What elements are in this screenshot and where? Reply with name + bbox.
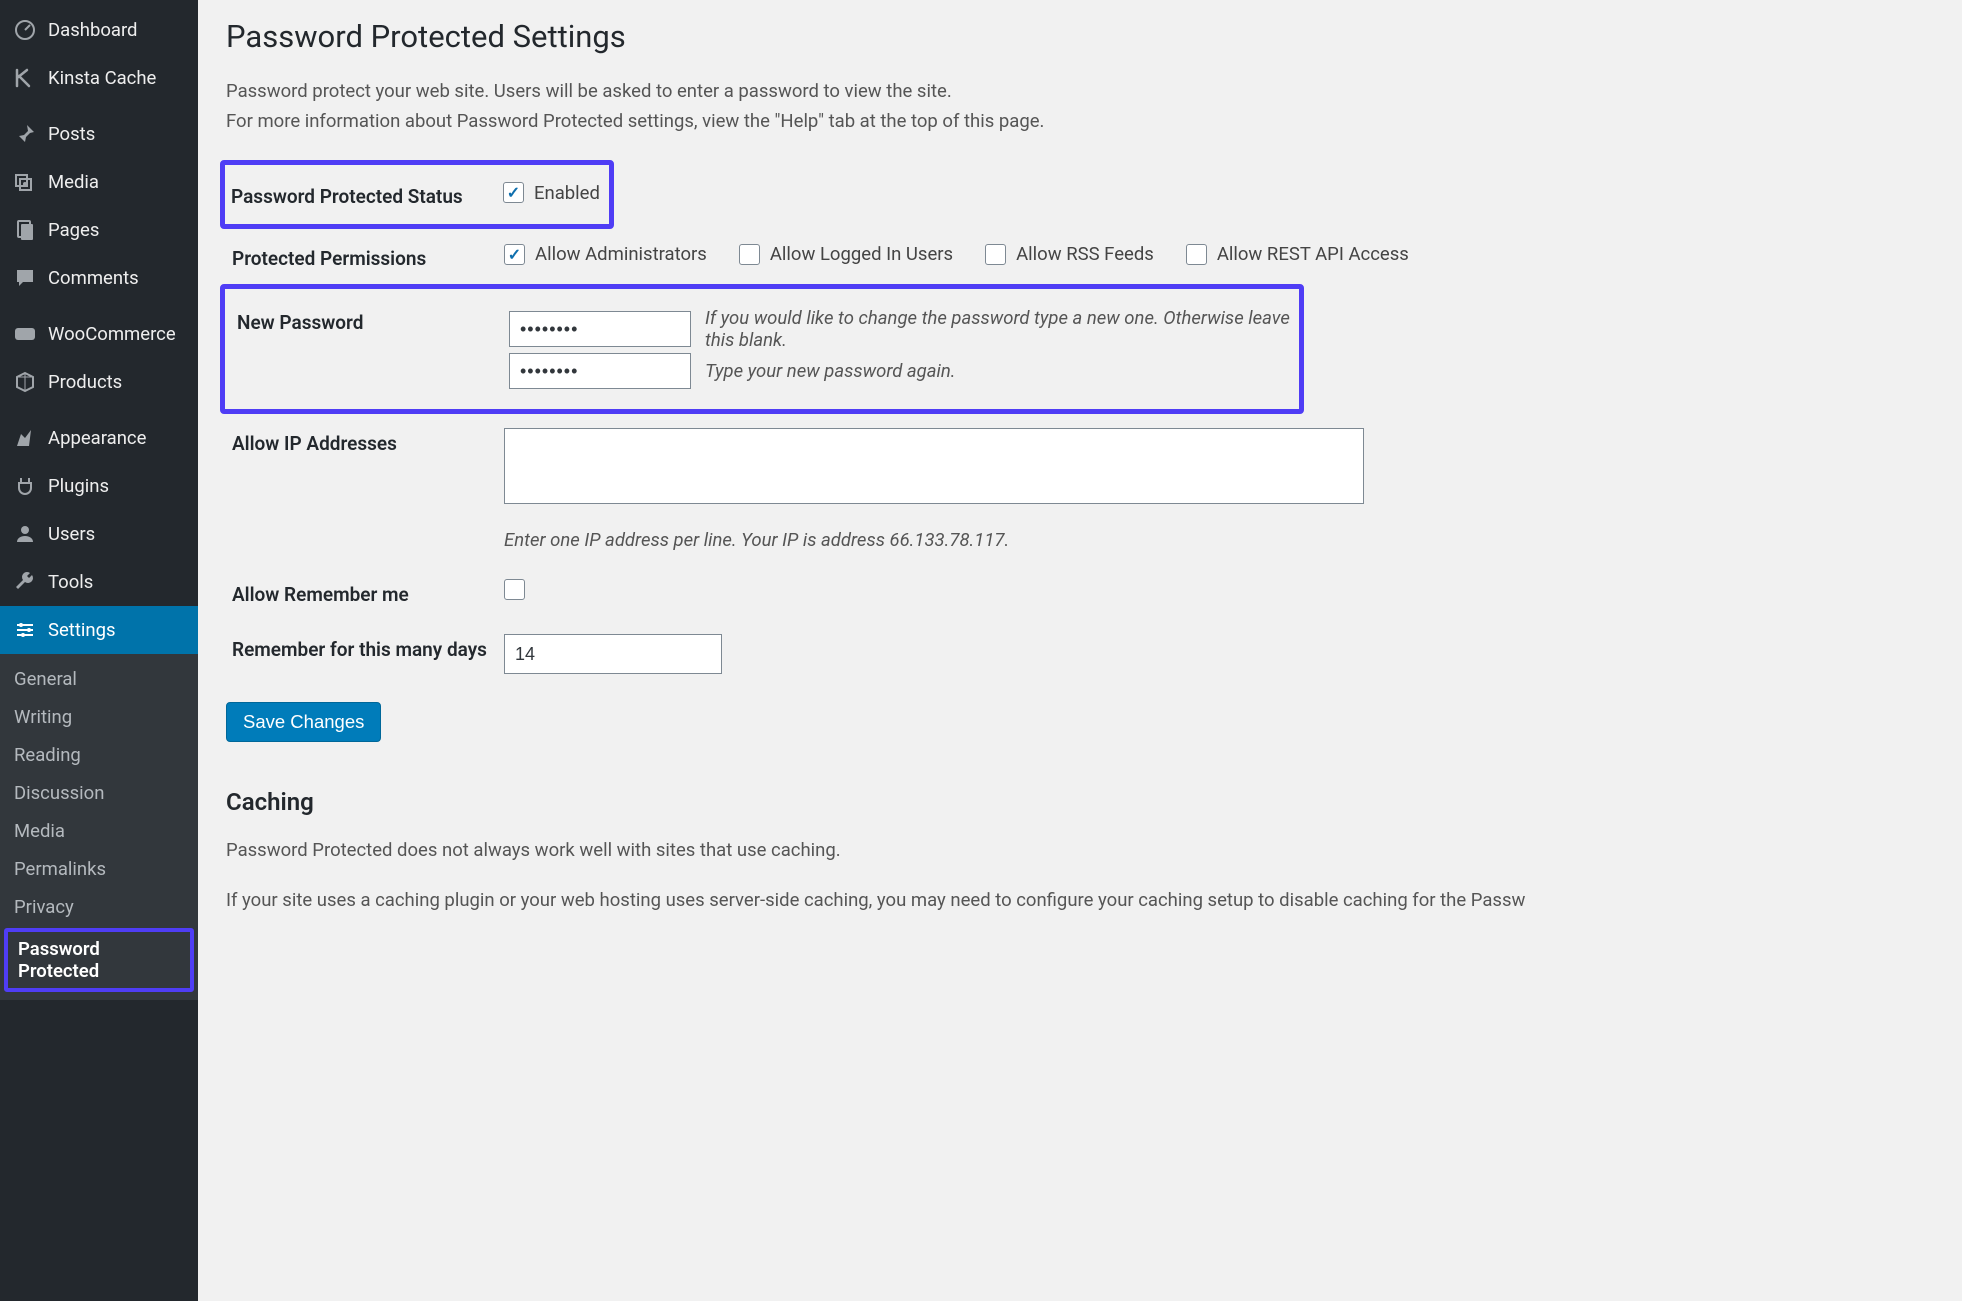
tools-icon bbox=[12, 569, 38, 595]
checkbox-icon bbox=[1186, 244, 1207, 265]
sidebar-item-label: Tools bbox=[48, 571, 93, 593]
checkbox-enabled[interactable]: Enabled bbox=[503, 182, 600, 204]
admin-sidebar: Dashboard Kinsta Cache Posts Media Pages… bbox=[0, 0, 198, 1301]
pin-icon bbox=[12, 121, 38, 147]
checkbox-icon bbox=[504, 579, 525, 600]
sidebar-item-label: Pages bbox=[48, 219, 99, 241]
new-password-hint-1: If you would like to change the password… bbox=[705, 307, 1293, 351]
sidebar-item-label: Kinsta Cache bbox=[48, 67, 156, 89]
row-status: Password Protected Status Enabled bbox=[220, 160, 614, 229]
sidebar-item-label: Appearance bbox=[48, 427, 146, 449]
label-status: Password Protected Status bbox=[225, 181, 503, 208]
sidebar-item-label: Dashboard bbox=[48, 19, 137, 41]
products-icon bbox=[12, 369, 38, 395]
sidebar-item-media[interactable]: Media bbox=[0, 158, 198, 206]
submenu-password-protected[interactable]: Password Protected bbox=[4, 928, 194, 992]
checkbox-allow-rest[interactable]: Allow REST API Access bbox=[1186, 243, 1409, 265]
label-allow-ip: Allow IP Addresses bbox=[226, 428, 504, 455]
pages-icon bbox=[12, 217, 38, 243]
label-allow-remember: Allow Remember me bbox=[226, 579, 504, 606]
checkbox-label: Allow Administrators bbox=[535, 243, 707, 265]
ip-hint: Enter one IP address per line. Your IP i… bbox=[504, 529, 1934, 551]
sidebar-item-pages[interactable]: Pages bbox=[0, 206, 198, 254]
sidebar-item-settings[interactable]: Settings bbox=[0, 606, 198, 654]
sidebar-item-comments[interactable]: Comments bbox=[0, 254, 198, 302]
submenu-permalinks[interactable]: Permalinks bbox=[0, 850, 198, 888]
row-remember-days: Remember for this many days bbox=[226, 620, 1934, 688]
page-title: Password Protected Settings bbox=[226, 18, 1934, 55]
remember-days-input[interactable] bbox=[504, 634, 722, 674]
sidebar-item-label: Media bbox=[48, 171, 99, 193]
sidebar-item-plugins[interactable]: Plugins bbox=[0, 462, 198, 510]
checkbox-allow-logged-in[interactable]: Allow Logged In Users bbox=[739, 243, 953, 265]
confirm-password-input[interactable] bbox=[509, 353, 691, 389]
sidebar-item-tools[interactable]: Tools bbox=[0, 558, 198, 606]
label-remember-days: Remember for this many days bbox=[226, 634, 504, 661]
row-permissions: Protected Permissions Allow Administrato… bbox=[226, 229, 1934, 284]
save-changes-button[interactable]: Save Changes bbox=[226, 702, 381, 742]
plugins-icon bbox=[12, 473, 38, 499]
dashboard-icon bbox=[12, 17, 38, 43]
row-allow-remember: Allow Remember me bbox=[226, 565, 1934, 620]
checkbox-icon bbox=[504, 244, 525, 265]
sidebar-item-label: Plugins bbox=[48, 475, 109, 497]
sidebar-item-appearance[interactable]: Appearance bbox=[0, 414, 198, 462]
sidebar-item-products[interactable]: Products bbox=[0, 358, 198, 406]
woo-icon bbox=[12, 321, 38, 347]
sidebar-item-posts[interactable]: Posts bbox=[0, 110, 198, 158]
checkbox-allow-rss[interactable]: Allow RSS Feeds bbox=[985, 243, 1154, 265]
media-icon bbox=[12, 169, 38, 195]
sidebar-item-dashboard[interactable]: Dashboard bbox=[0, 6, 198, 54]
checkbox-icon bbox=[985, 244, 1006, 265]
row-new-password: New Password If you would like to change… bbox=[220, 284, 1304, 414]
new-password-hint-2: Type your new password again. bbox=[705, 360, 956, 382]
main-content: Password Protected Settings Password pro… bbox=[198, 0, 1962, 1301]
checkbox-label: Allow REST API Access bbox=[1217, 243, 1409, 265]
caching-text: Password Protected does not always work … bbox=[226, 836, 1934, 915]
sidebar-item-label: Products bbox=[48, 371, 122, 393]
settings-icon bbox=[12, 617, 38, 643]
caching-line-1: Password Protected does not always work … bbox=[226, 836, 1934, 866]
caching-line-2: If your site uses a caching plugin or yo… bbox=[226, 886, 1934, 916]
intro-text: Password protect your web site. Users wi… bbox=[226, 77, 1934, 136]
submenu-reading[interactable]: Reading bbox=[0, 736, 198, 774]
sidebar-item-label: Posts bbox=[48, 123, 95, 145]
label-permissions: Protected Permissions bbox=[226, 243, 504, 270]
sidebar-item-label: Users bbox=[48, 523, 95, 545]
appearance-icon bbox=[12, 425, 38, 451]
submenu-writing[interactable]: Writing bbox=[0, 698, 198, 736]
caching-heading: Caching bbox=[226, 788, 1934, 816]
sidebar-item-label: Comments bbox=[48, 267, 139, 289]
settings-submenu: General Writing Reading Discussion Media… bbox=[0, 654, 198, 1000]
checkbox-allow-admin[interactable]: Allow Administrators bbox=[504, 243, 707, 265]
sidebar-item-woocommerce[interactable]: WooCommerce bbox=[0, 310, 198, 358]
label-new-password: New Password bbox=[231, 307, 509, 334]
intro-line-2: For more information about Password Prot… bbox=[226, 107, 1934, 137]
checkbox-allow-remember[interactable] bbox=[504, 579, 525, 600]
submenu-media[interactable]: Media bbox=[0, 812, 198, 850]
checkbox-label: Allow RSS Feeds bbox=[1016, 243, 1154, 265]
checkbox-icon bbox=[503, 182, 524, 203]
allowed-ip-textarea[interactable] bbox=[504, 428, 1364, 504]
users-icon bbox=[12, 521, 38, 547]
intro-line-1: Password protect your web site. Users wi… bbox=[226, 77, 1934, 107]
kinsta-icon bbox=[12, 65, 38, 91]
sidebar-item-label: WooCommerce bbox=[48, 323, 176, 345]
checkbox-label: Enabled bbox=[534, 182, 600, 204]
submenu-general[interactable]: General bbox=[0, 660, 198, 698]
comment-icon bbox=[12, 265, 38, 291]
checkbox-icon bbox=[739, 244, 760, 265]
row-allow-ip: Allow IP Addresses Enter one IP address … bbox=[226, 414, 1934, 565]
submenu-privacy[interactable]: Privacy bbox=[0, 888, 198, 926]
sidebar-item-kinsta-cache[interactable]: Kinsta Cache bbox=[0, 54, 198, 102]
new-password-input[interactable] bbox=[509, 311, 691, 347]
sidebar-item-users[interactable]: Users bbox=[0, 510, 198, 558]
submenu-discussion[interactable]: Discussion bbox=[0, 774, 198, 812]
checkbox-label: Allow Logged In Users bbox=[770, 243, 953, 265]
sidebar-item-label: Settings bbox=[48, 619, 116, 641]
